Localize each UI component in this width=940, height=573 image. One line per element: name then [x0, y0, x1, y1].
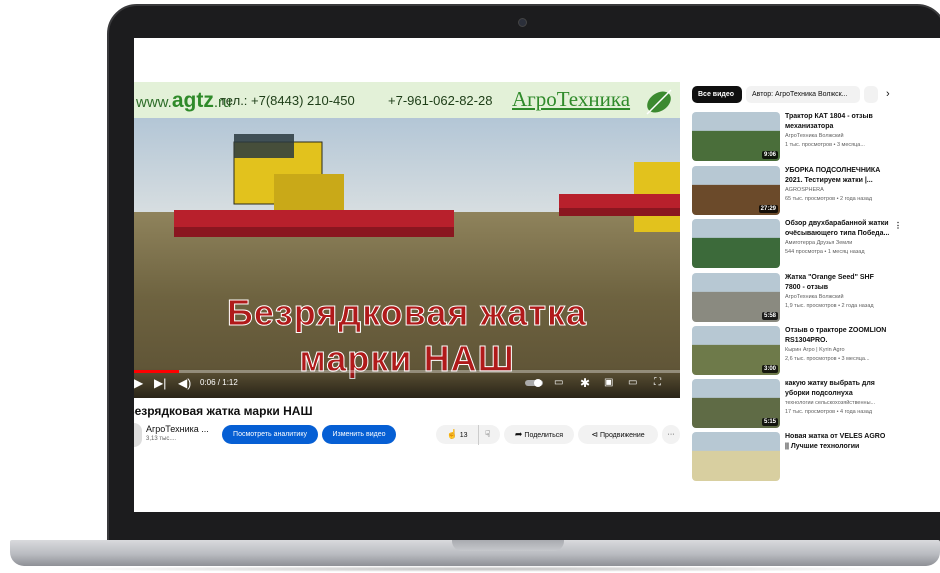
recommendation-meta: 2,6 тыс. просмотров • 3 месяца... [785, 356, 870, 362]
like-count: 13 [459, 432, 468, 439]
recommendation-item[interactable]: 5:58 Жатка "Orange Seed" SHF 7800 - отзыв… [692, 273, 940, 323]
recommendation-channel[interactable]: АгроТехника Волжский [785, 133, 895, 139]
edit-video-button[interactable]: Изменить видео [322, 425, 396, 444]
laptop-base-notch [452, 540, 564, 551]
promote-button[interactable]: ⊲ Продвижение [578, 425, 658, 444]
play-icon[interactable]: ▶ [134, 376, 143, 390]
recommendation-meta: 1,9 тыс. просмотров • 2 года назад [785, 303, 874, 309]
recommendation-meta: 65 тыс. просмотров • 2 года назад [785, 196, 873, 202]
settings-gear-icon[interactable]: ✱ [580, 376, 590, 390]
video-overlay-line-1: Безрядковая жатка [226, 292, 588, 334]
channel-avatar[interactable] [134, 423, 142, 447]
banner-phone-1: тел.: +7(8443) 210-450 [220, 93, 355, 108]
like-button[interactable]: ☝ 13 [440, 425, 474, 445]
recommendation-meta: 1 тыс. просмотров • 3 месяца... [785, 142, 865, 148]
recommendation-thumbnail[interactable] [692, 219, 780, 268]
youtube-screen: www.agtz.ru тел.: +7(8443) 210-450 +7-96… [134, 38, 940, 512]
thumbs-up-icon: ☝ [446, 429, 458, 439]
recommendation-channel[interactable]: Амиготерра Друзья Земли [785, 240, 895, 246]
recommendation-item[interactable]: 27:29 УБОРКА ПОДСОЛНЕЧНИКА 2021. Тестируе… [692, 166, 940, 216]
dislike-button[interactable]: ☟ [478, 425, 496, 445]
recommendation-thumbnail[interactable]: 27:29 [692, 166, 780, 215]
share-button[interactable]: ➦ Поделиться [504, 425, 574, 444]
recommendation-title[interactable]: Трактор КАТ 1804 - отзыв механизатора [785, 112, 891, 132]
channel-subscribers: 3,13 тыс.... [146, 436, 177, 442]
recommendation-title[interactable]: УБОРКА ПОДСОЛНЕЧНИКА 2021. Тестируем жат… [785, 166, 891, 186]
share-label: Поделиться [524, 432, 564, 439]
recommendation-thumbnail[interactable]: 3:00 [692, 326, 780, 375]
megaphone-icon: ⊲ [591, 430, 599, 439]
recommendation-channel[interactable]: технологии сельскохозяйственны... [785, 400, 895, 406]
recommendation-title[interactable]: Обзор двухбарабанной жатки очёсывающего … [785, 219, 891, 239]
recommendation-item[interactable]: 9:06 Трактор КАТ 1804 - отзыв механизатор… [692, 112, 940, 162]
recommendation-channel[interactable]: АгроТехника Волжский [785, 294, 895, 300]
like-dislike-group: ☝ 13 ☟ [436, 425, 500, 445]
autoplay-toggle-icon[interactable] [524, 378, 544, 388]
recommendation-meta: 544 просмотра • 1 месяц назад [785, 249, 865, 255]
recommendation-meta: 17 тыс. просмотров • 4 года назад [785, 409, 873, 415]
progress-fill [134, 370, 180, 373]
banner-url: www.agtz.ru [136, 89, 232, 112]
recommendation-channel[interactable]: Кырин Агро | Kyrin Agro [785, 347, 895, 353]
recommendation-title[interactable]: Новая жатка от VELES AGRO || Лучшие техн… [785, 432, 891, 452]
banner-brand-logo: АгроТехника [512, 87, 631, 111]
recommendation-title[interactable]: какую жатку выбрать для уборки подсолнух… [785, 379, 891, 399]
recommendation-title[interactable]: Жатка "Orange Seed" SHF 7800 - отзыв [785, 273, 891, 293]
channel-name[interactable]: АгроТехника ... [146, 424, 209, 434]
recommendation-thumbnail[interactable] [692, 432, 780, 481]
more-actions-button[interactable]: ··· [662, 425, 680, 444]
theater-mode-icon[interactable]: ▭ [628, 376, 637, 390]
leaf-logo-icon [646, 89, 672, 115]
thumbs-down-icon: ☟ [484, 429, 491, 439]
analytics-button[interactable]: Посмотреть аналитику [222, 425, 318, 444]
recommendation-thumbnail[interactable]: 5:15 [692, 379, 780, 428]
recommendation-channel[interactable]: AGROSPHERA [785, 187, 895, 193]
fullscreen-icon[interactable]: ⛶ [654, 376, 661, 390]
next-icon[interactable]: ▶| [154, 376, 166, 390]
recommendation-item[interactable]: 3:00 Отзыв о тракторе ZOOMLION RS1304PRO.… [692, 326, 940, 376]
chip-more[interactable] [864, 86, 878, 103]
video-duration: 5:15 [761, 418, 778, 426]
camera-icon [518, 18, 527, 27]
promote-label: Продвижение [600, 432, 645, 439]
video-duration: 5:58 [761, 312, 778, 320]
miniplayer-icon[interactable]: ▣ [604, 376, 613, 390]
chevron-right-icon[interactable]: › [886, 88, 890, 100]
video-duration: 3:00 [761, 365, 778, 373]
video-title: Безрядковая жатка марки НАШ [134, 404, 313, 418]
chip-by-author[interactable]: Автор: АгроТехника Волжск... [746, 86, 860, 103]
recommendation-title[interactable]: Отзыв о тракторе ZOOMLION RS1304PRO. [785, 326, 891, 346]
recommendation-thumbnail[interactable]: 5:58 [692, 273, 780, 322]
recommendation-item[interactable]: Обзор двухбарабанной жатки очёсывающего … [692, 219, 940, 269]
banner-phone-2: +7-961-062-82-28 [388, 93, 493, 108]
video-banner: www.agtz.ru тел.: +7(8443) 210-450 +7-96… [134, 82, 680, 118]
chip-all-videos[interactable]: Все видео [692, 86, 742, 103]
laptop-shadow [40, 566, 920, 572]
laptop-mockup: www.agtz.ru тел.: +7(8443) 210-450 +7-96… [0, 0, 940, 573]
share-icon: ➦ [514, 429, 523, 439]
time-display: 0:06 / 1:12 [200, 378, 238, 387]
video-duration: 9:06 [761, 151, 778, 159]
subtitles-icon[interactable]: ▭ [554, 376, 563, 390]
recommendation-item[interactable]: 5:15 какую жатку выбрать для уборки подсо… [692, 379, 940, 429]
video-duration: 27:29 [758, 205, 778, 213]
volume-icon[interactable]: ◀) [178, 376, 191, 390]
progress-bar[interactable] [134, 370, 680, 373]
recommendation-item[interactable]: Новая жатка от VELES AGRO || Лучшие техн… [692, 432, 940, 482]
video-player[interactable]: www.agtz.ru тел.: +7(8443) 210-450 +7-96… [134, 82, 680, 398]
recommendation-thumbnail[interactable]: 9:06 [692, 112, 780, 161]
more-options-icon[interactable]: ⋮ [894, 221, 902, 230]
